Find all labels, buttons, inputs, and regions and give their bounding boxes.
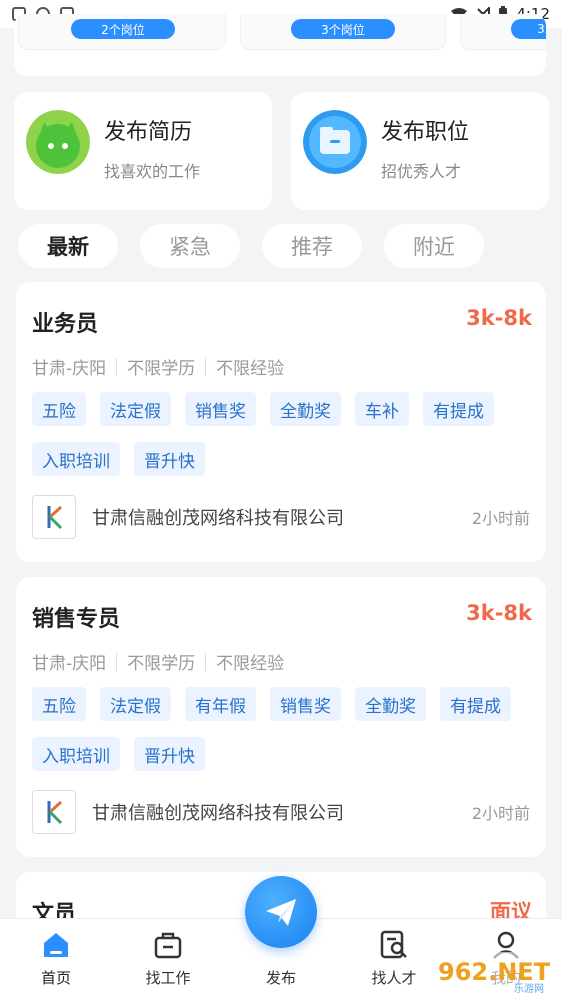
home-icon <box>44 933 68 957</box>
nav-find-job[interactable]: 找工作 <box>128 919 208 1001</box>
publish-fab-button[interactable] <box>245 876 317 948</box>
nav-find-talent[interactable]: 找人才 <box>354 919 434 1001</box>
company-name: 甘肃信融创茂网络科技有限公司 <box>92 508 344 529</box>
job-card[interactable]: 业务员 3k-8k 甘肃-庆阳 不限学历 不限经验 五险 法定假 销售奖 全勤奖… <box>16 282 546 562</box>
job-education: 不限学历 <box>127 654 196 674</box>
mascot-icon <box>26 110 90 174</box>
job-tag: 晋升快 <box>134 442 205 476</box>
watermark-logo-icon: 962.NET 乐游网 <box>430 952 556 995</box>
company-row[interactable]: 甘肃信融创茂网络科技有限公司 2小时前 <box>32 494 530 540</box>
job-tag: 入职培训 <box>32 737 120 771</box>
publish-resume-subtitle: 找喜欢的工作 <box>104 162 201 181</box>
top-card[interactable]: 3 <box>460 14 546 50</box>
tab-nearby[interactable]: 附近 <box>384 224 484 268</box>
job-title: 销售专员 <box>32 607 121 632</box>
job-tag: 晋升快 <box>134 737 205 771</box>
job-tag: 全勤奖 <box>355 687 426 721</box>
job-tag: 五险 <box>32 392 86 426</box>
job-tag: 有提成 <box>423 392 494 426</box>
top-card-button[interactable]: 3 <box>511 19 546 39</box>
nav-publish-label: 发布 <box>265 969 296 987</box>
job-experience: 不限经验 <box>216 359 285 379</box>
folder-icon <box>303 110 367 174</box>
top-card-button[interactable]: 3个岗位 <box>291 19 395 39</box>
paper-plane-icon <box>266 899 296 926</box>
job-card[interactable]: 销售专员 3k-8k 甘肃-庆阳 不限学历 不限经验 五险 法定假 有年假 销售… <box>16 577 546 857</box>
tab-recommended[interactable]: 推荐 <box>262 224 362 268</box>
publish-resume-card[interactable]: 发布简历 找喜欢的工作 <box>14 92 272 210</box>
site-watermark: 962.NET 乐游网 <box>430 950 556 996</box>
job-tags: 五险 法定假 有年假 销售奖 全勤奖 有提成 入职培训 晋升快 <box>32 687 532 771</box>
tab-urgent[interactable]: 紧急 <box>140 224 240 268</box>
nav-find-job-label: 找工作 <box>145 969 191 987</box>
job-location: 甘肃-庆阳 <box>32 359 107 379</box>
posted-time: 2小时前 <box>471 804 530 823</box>
job-title: 业务员 <box>32 312 99 337</box>
company-row[interactable]: 甘肃信融创茂网络科技有限公司 2小时前 <box>32 789 530 835</box>
job-tag: 入职培训 <box>32 442 120 476</box>
nav-find-talent-label: 找人才 <box>371 969 417 987</box>
company-logo <box>32 495 76 539</box>
publish-job-subtitle: 招优秀人才 <box>381 162 462 181</box>
briefcase-icon <box>154 932 182 959</box>
job-tag: 销售奖 <box>270 687 341 721</box>
publish-job-card[interactable]: 发布职位 招优秀人才 <box>291 92 549 210</box>
publish-job-title: 发布职位 <box>381 120 470 145</box>
resume-search-icon <box>380 930 407 959</box>
job-tags: 五险 法定假 销售奖 全勤奖 车补 有提成 入职培训 晋升快 <box>32 392 532 476</box>
job-tag: 有提成 <box>440 687 511 721</box>
top-card-button[interactable]: 2个岗位 <box>71 19 175 39</box>
nav-home[interactable]: 首页 <box>16 919 96 1001</box>
job-tag: 车补 <box>355 392 409 426</box>
nav-home-label: 首页 <box>40 969 71 987</box>
job-tag: 全勤奖 <box>270 392 341 426</box>
top-card[interactable]: 3个岗位 <box>240 14 446 50</box>
job-experience: 不限经验 <box>216 654 285 674</box>
top-card-strip: 2个岗位 3个岗位 3 <box>14 14 546 76</box>
job-tag: 五险 <box>32 687 86 721</box>
top-card[interactable]: 2个岗位 <box>18 14 226 50</box>
company-logo <box>32 790 76 834</box>
posted-time: 2小时前 <box>471 509 530 528</box>
tab-latest[interactable]: 最新 <box>18 224 118 268</box>
job-tag: 法定假 <box>100 392 171 426</box>
job-meta: 甘肃-庆阳 不限学历 不限经验 <box>32 649 284 674</box>
job-salary: 3k-8k <box>466 306 532 330</box>
job-salary: 3k-8k <box>466 601 532 625</box>
job-tag: 有年假 <box>185 687 256 721</box>
filter-tabs: 最新 紧急 推荐 附近 <box>18 224 484 268</box>
watermark-text: 962.NET <box>438 958 551 986</box>
company-logo-icon <box>47 800 63 825</box>
job-tag: 法定假 <box>100 687 171 721</box>
job-education: 不限学历 <box>127 359 196 379</box>
job-tag: 销售奖 <box>185 392 256 426</box>
company-logo-icon <box>47 505 63 530</box>
job-meta: 甘肃-庆阳 不限学历 不限经验 <box>32 354 284 379</box>
publish-resume-title: 发布简历 <box>104 120 193 145</box>
watermark-sub: 乐游网 <box>514 982 544 995</box>
job-location: 甘肃-庆阳 <box>32 654 107 674</box>
company-name: 甘肃信融创茂网络科技有限公司 <box>92 803 344 824</box>
